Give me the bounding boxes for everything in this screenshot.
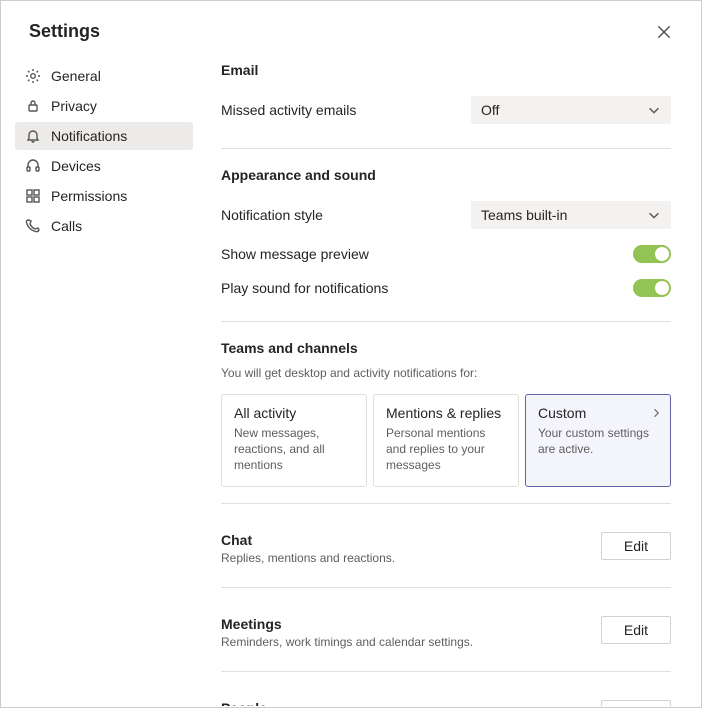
play-sound-label: Play sound for notifications xyxy=(221,280,388,296)
card-title: All activity xyxy=(234,405,354,421)
meetings-edit-button[interactable]: Edit xyxy=(601,616,671,644)
sidebar-item-label: Privacy xyxy=(51,98,97,114)
show-preview-toggle[interactable] xyxy=(633,245,671,263)
notification-style-dropdown[interactable]: Teams built-in xyxy=(471,201,671,229)
sidebar-item-calls[interactable]: Calls xyxy=(15,212,193,240)
card-mentions-replies[interactable]: Mentions & replies Personal mentions and… xyxy=(373,394,519,487)
phone-icon xyxy=(25,218,41,234)
sidebar-item-label: Permissions xyxy=(51,188,127,204)
dropdown-value: Off xyxy=(481,102,499,118)
meetings-desc: Reminders, work timings and calendar set… xyxy=(221,635,473,649)
card-all-activity[interactable]: All activity New messages, reactions, an… xyxy=(221,394,367,487)
sidebar-item-label: Notifications xyxy=(51,128,127,144)
chevron-down-icon xyxy=(647,208,661,222)
dropdown-value: Teams built-in xyxy=(481,207,567,223)
gear-icon xyxy=(25,68,41,84)
divider xyxy=(221,321,671,322)
divider xyxy=(221,587,671,588)
appearance-section-title: Appearance and sound xyxy=(221,167,671,183)
chevron-down-icon xyxy=(647,103,661,117)
sidebar: General Privacy Notifications Devices Pe… xyxy=(15,62,193,706)
teams-subtitle: You will get desktop and activity notifi… xyxy=(221,366,671,380)
sidebar-item-privacy[interactable]: Privacy xyxy=(15,92,193,120)
sidebar-item-permissions[interactable]: Permissions xyxy=(15,182,193,210)
chat-edit-button[interactable]: Edit xyxy=(601,532,671,560)
people-title: People xyxy=(221,700,304,706)
teams-section-title: Teams and channels xyxy=(221,340,671,356)
card-desc: New messages, reactions, and all mention… xyxy=(234,425,354,474)
bell-icon xyxy=(25,128,41,144)
sidebar-item-label: Calls xyxy=(51,218,82,234)
sidebar-item-label: Devices xyxy=(51,158,101,174)
card-title: Mentions & replies xyxy=(386,405,506,421)
card-title: Custom xyxy=(538,405,658,421)
email-section-title: Email xyxy=(221,62,671,78)
main-content: Email Missed activity emails Off Appeara… xyxy=(193,62,691,706)
chevron-right-icon xyxy=(650,407,662,419)
divider xyxy=(221,671,671,672)
missed-emails-dropdown[interactable]: Off xyxy=(471,96,671,124)
card-desc: Your custom settings are active. xyxy=(538,425,658,457)
sidebar-item-devices[interactable]: Devices xyxy=(15,152,193,180)
close-icon[interactable] xyxy=(655,23,673,41)
play-sound-toggle[interactable] xyxy=(633,279,671,297)
divider xyxy=(221,503,671,504)
people-edit-button[interactable]: Edit xyxy=(601,700,671,706)
divider xyxy=(221,148,671,149)
sidebar-item-general[interactable]: General xyxy=(15,62,193,90)
chat-title: Chat xyxy=(221,532,395,548)
card-desc: Personal mentions and replies to your me… xyxy=(386,425,506,474)
meetings-title: Meetings xyxy=(221,616,473,632)
sidebar-item-notifications[interactable]: Notifications xyxy=(15,122,193,150)
lock-icon xyxy=(25,98,41,114)
missed-emails-label: Missed activity emails xyxy=(221,102,356,118)
show-preview-label: Show message preview xyxy=(221,246,369,262)
apps-icon xyxy=(25,188,41,204)
card-custom[interactable]: Custom Your custom settings are active. xyxy=(525,394,671,487)
page-title: Settings xyxy=(29,21,100,42)
notification-style-label: Notification style xyxy=(221,207,323,223)
chat-desc: Replies, mentions and reactions. xyxy=(221,551,395,565)
sidebar-item-label: General xyxy=(51,68,101,84)
headset-icon xyxy=(25,158,41,174)
